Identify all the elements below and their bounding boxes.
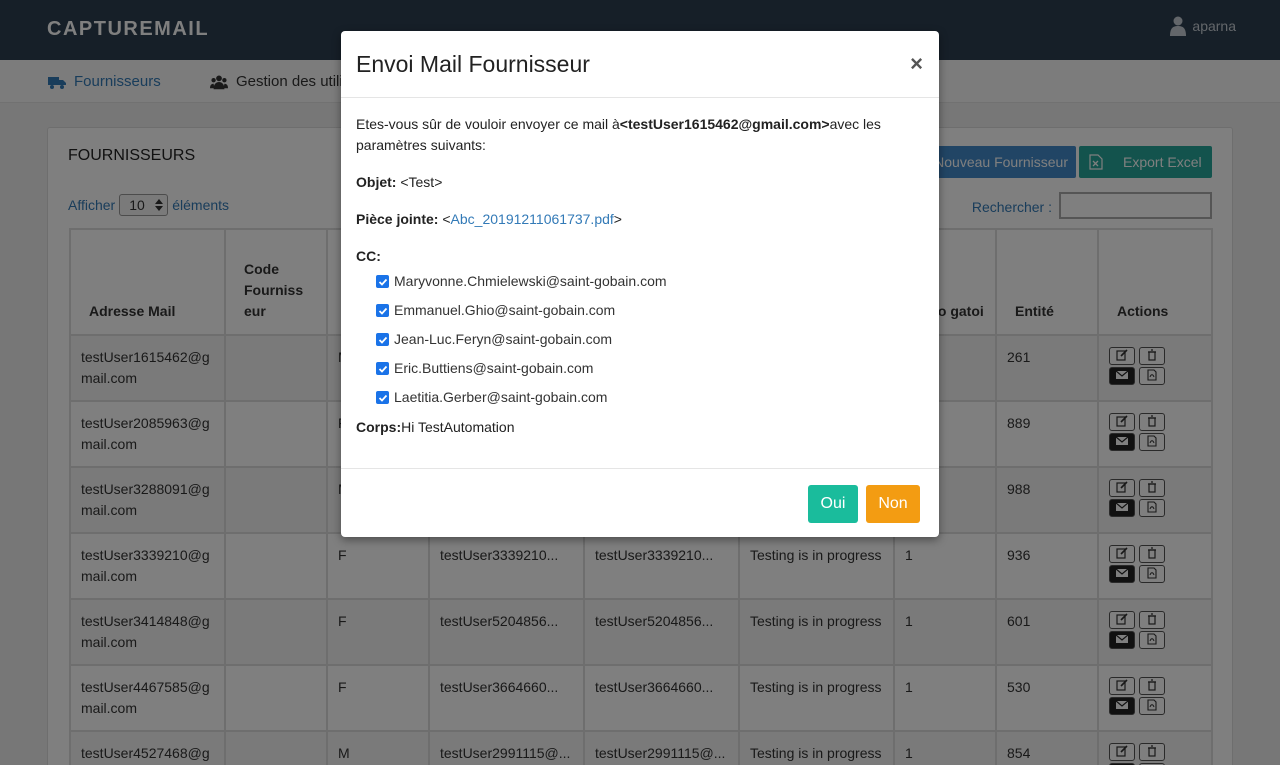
check-icon — [378, 394, 387, 402]
cc-item: Jean-Luc.Feryn@saint-gobain.com — [376, 325, 667, 354]
piece-close: > — [613, 211, 622, 227]
intro-text: Etes-vous sûr de vouloir envoyer ce mail… — [356, 116, 620, 132]
modal-header: Envoi Mail Fournisseur × — [341, 31, 939, 98]
check-icon — [378, 336, 387, 344]
modal-title: Envoi Mail Fournisseur — [356, 51, 590, 77]
modal-footer: Oui Non — [341, 468, 939, 537]
confirm-oui-button[interactable]: Oui — [808, 485, 858, 523]
cc-checkbox[interactable] — [376, 391, 389, 404]
cc-label-text: CC: — [356, 248, 381, 264]
send-mail-modal: Envoi Mail Fournisseur × Etes-vous sûr d… — [341, 31, 939, 537]
attachment-link[interactable]: Abc_20191211061737.pdf — [451, 211, 614, 227]
cc-email: Eric.Buttiens@saint-gobain.com — [394, 360, 594, 376]
objet-value: <Test> — [400, 174, 443, 190]
cc-checkbox[interactable] — [376, 362, 389, 375]
cc-item: Emmanuel.Ghio@saint-gobain.com — [376, 296, 667, 325]
cc-checkbox[interactable] — [376, 333, 389, 346]
corps-label: Corps: — [356, 419, 402, 435]
piece-open: < — [442, 211, 451, 227]
close-button[interactable]: × — [910, 53, 923, 75]
objet-label: Objet: — [356, 174, 397, 190]
cc-item: Laetitia.Gerber@saint-gobain.com — [376, 383, 667, 412]
cc-email: Jean-Luc.Feryn@saint-gobain.com — [394, 331, 613, 347]
intro-email: <testUser1615462@gmail.com> — [619, 116, 830, 132]
intro-line: Etes-vous sûr de vouloir envoyer ce mail… — [356, 114, 881, 135]
cc-item: Maryvonne.Chmielewski@saint-gobain.com — [376, 267, 667, 296]
cc-checkbox[interactable] — [376, 275, 389, 288]
cc-list: Maryvonne.Chmielewski@saint-gobain.com Em… — [376, 267, 667, 412]
intro-line-2: paramètres suivants: — [356, 137, 486, 153]
cc-item: Eric.Buttiens@saint-gobain.com — [376, 354, 667, 383]
cc-email: Emmanuel.Ghio@saint-gobain.com — [394, 302, 616, 318]
intro-post: avec les — [829, 116, 881, 132]
check-icon — [378, 365, 387, 373]
cc-checkbox[interactable] — [376, 304, 389, 317]
check-icon — [378, 278, 387, 286]
check-icon — [378, 307, 387, 315]
piece-jointe-line: Pièce jointe: <Abc_20191211061737.pdf> — [356, 209, 622, 230]
piece-jointe-label: Pièce jointe: — [356, 211, 439, 227]
cancel-non-button[interactable]: Non — [866, 485, 920, 523]
corps-line: Corps:Hi TestAutomation — [356, 417, 514, 438]
cc-email: Maryvonne.Chmielewski@saint-gobain.com — [394, 273, 667, 289]
cc-email: Laetitia.Gerber@saint-gobain.com — [394, 389, 608, 405]
objet-line: Objet: <Test> — [356, 172, 442, 193]
corps-value: Hi TestAutomation — [401, 419, 515, 435]
cc-label: CC: — [356, 246, 381, 267]
